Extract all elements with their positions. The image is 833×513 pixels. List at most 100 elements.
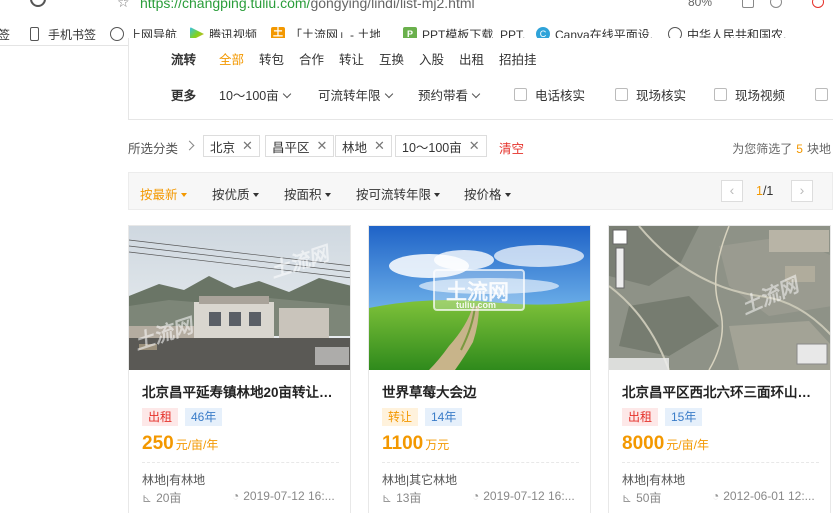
sort-label: 按面积 xyxy=(284,188,322,202)
clock-icon: ◔ xyxy=(712,489,720,503)
chevron-down-icon xyxy=(384,89,393,98)
filter-option-all[interactable]: 全部 xyxy=(219,49,244,68)
bookmark-label: 签 xyxy=(0,27,11,42)
listing-price: 250 元/亩/年 xyxy=(142,433,218,455)
price-unit: 元/亩/年 xyxy=(175,438,219,452)
price-unit: 元/亩/年 xyxy=(666,438,709,452)
transfer-type-badge: 转让 xyxy=(382,408,419,426)
listing-card[interactable]: 土流网 北京昌平区西北六环三面环山宝地 出租 15年 8000 元/亩/年 林地|… xyxy=(608,225,831,513)
result-count: 为您筛选了 5 块地 xyxy=(732,140,831,157)
listing-area: ⊾ 13亩 xyxy=(382,489,421,506)
selected-tag[interactable]: 林地 ✕ xyxy=(335,135,392,157)
zoom-level[interactable]: 80% xyxy=(688,0,712,9)
years-dropdown[interactable]: 可流转年限 xyxy=(318,85,393,104)
next-page-button[interactable]: › xyxy=(791,180,813,202)
result-prefix: 为您筛选了 xyxy=(732,142,793,156)
filter-option-cooperate[interactable]: 合作 xyxy=(299,49,324,68)
term-badge: 46年 xyxy=(185,408,223,426)
transfer-type-badge: 出租 xyxy=(622,408,659,426)
caret-down-icon xyxy=(252,193,259,197)
land-type: 林地|有林地 xyxy=(142,473,206,487)
filter-option-subcontract[interactable]: 转包 xyxy=(259,49,284,68)
chevron-down-icon xyxy=(471,89,481,98)
clear-filters-link[interactable]: 清空 xyxy=(499,138,524,157)
listing-title[interactable]: 世界草莓大会边 xyxy=(382,381,582,401)
url-host: https://changping.tuliu.com/ xyxy=(140,0,311,11)
filter-option-auction[interactable]: 招拍挂 xyxy=(499,49,537,68)
land-type: 林地|其它林地 xyxy=(382,473,458,487)
total-pages: /1 xyxy=(762,184,774,198)
phone-icon xyxy=(30,27,39,41)
area-value: 50亩 xyxy=(636,491,662,505)
listing-card[interactable]: 土流网 土流网 北京昌平延寿镇林地20亩转让或出租 出租 46年 250 元/亩/… xyxy=(128,225,351,513)
selected-filters-row: 所选分类 北京 ✕ 昌平区 ✕ 林地 ✕ 10～100亩 ✕ 清空 为您筛选了 5 块地 xyxy=(128,134,833,160)
browser-address-bar: ☆ https://changping.tuliu.com/gongying/l… xyxy=(0,0,833,13)
card-divider xyxy=(142,462,339,463)
close-icon[interactable]: ✕ xyxy=(374,138,385,154)
sort-label: 按最新 xyxy=(140,188,178,202)
listing-photo[interactable]: 土流网 xyxy=(609,226,830,370)
page-indicator: 1/1 xyxy=(756,184,773,198)
filter-option-transfer[interactable]: 转让 xyxy=(339,49,364,68)
listing-date: ◔ 2019-07-12 16:... xyxy=(472,489,575,503)
caret-down-icon xyxy=(504,193,511,197)
clock-icon: ◔ xyxy=(472,489,480,503)
bookmark-item[interactable]: 手机书签 xyxy=(30,26,96,42)
checkbox-box xyxy=(615,87,628,101)
close-icon[interactable]: ✕ xyxy=(242,138,253,154)
tag-label: 北京 xyxy=(210,140,236,155)
extension-icon[interactable] xyxy=(812,0,824,8)
sort-quality[interactable]: 按优质 xyxy=(212,184,259,203)
chevron-down-icon xyxy=(282,89,292,98)
selected-tag[interactable]: 10～100亩 ✕ xyxy=(395,135,487,157)
chevron-right-icon xyxy=(184,140,195,151)
tag-label: 林地 xyxy=(342,140,368,155)
checkbox-box xyxy=(714,87,727,101)
area-icon: ⊾ xyxy=(382,491,393,505)
extension-icon[interactable] xyxy=(742,0,754,8)
filter-option-exchange[interactable]: 互换 xyxy=(379,49,404,68)
filter-option-lease[interactable]: 出租 xyxy=(459,49,484,68)
checkbox-label: 电话核实 xyxy=(535,88,586,103)
reload-icon[interactable] xyxy=(30,0,46,7)
area-icon: ⊾ xyxy=(622,491,633,505)
site-video-checkbox[interactable]: 现场视频 xyxy=(714,85,785,104)
listing-card[interactable]: 土流网 tuliu.com 世界草莓大会边 转让 14年 1100 万元 林地|其… xyxy=(368,225,591,513)
watermark-domain: tuliu.com xyxy=(456,300,496,310)
sort-bar: 按最新 按优质 按面积 按可流转年限 按价格 ‹ 1/1 › xyxy=(128,172,833,210)
extra-checkbox[interactable] xyxy=(815,87,833,101)
listing-title[interactable]: 北京昌平延寿镇林地20亩转让或出租 xyxy=(142,381,342,401)
current-page: 1 xyxy=(756,184,763,198)
bookmark-star-icon[interactable]: ☆ xyxy=(117,0,130,11)
filter-option-shares[interactable]: 入股 xyxy=(419,49,444,68)
close-icon[interactable]: ✕ xyxy=(317,138,328,154)
close-icon[interactable]: ✕ xyxy=(469,138,480,154)
bookmark-item[interactable]: 签 xyxy=(0,26,10,42)
bookmark-label: 手机书签 xyxy=(48,27,97,42)
area-dropdown[interactable]: 10～100亩 xyxy=(219,85,292,104)
site-verified-checkbox[interactable]: 现场核实 xyxy=(615,85,686,104)
extension-icon[interactable] xyxy=(770,0,782,8)
selected-label: 所选分类 xyxy=(128,142,179,156)
listing-area: ⊾ 20亩 xyxy=(142,489,181,506)
sort-newest[interactable]: 按最新 xyxy=(140,184,187,203)
appointment-dropdown[interactable]: 预约带看 xyxy=(418,85,481,104)
sort-area[interactable]: 按面积 xyxy=(284,184,331,203)
listing-photo[interactable]: 土流网 土流网 xyxy=(129,226,350,370)
filter-label: 流转 xyxy=(171,52,197,67)
filter-label: 更多 xyxy=(171,88,197,103)
listing-title[interactable]: 北京昌平区西北六环三面环山宝地 xyxy=(622,381,822,401)
tag-label: 昌平区 xyxy=(272,140,310,155)
listing-photo[interactable]: 土流网 tuliu.com xyxy=(369,226,590,370)
checkbox-box xyxy=(514,87,527,101)
url-field[interactable]: https://changping.tuliu.com/gongying/lin… xyxy=(140,0,475,11)
prev-page-button[interactable]: ‹ xyxy=(721,180,743,202)
term-badge: 14年 xyxy=(425,408,463,426)
sort-price[interactable]: 按价格 xyxy=(464,184,511,203)
selected-tag[interactable]: 昌平区 ✕ xyxy=(265,135,335,157)
sort-years[interactable]: 按可流转年限 xyxy=(356,184,441,203)
result-number: 5 xyxy=(796,142,803,156)
selected-tag[interactable]: 北京 ✕ xyxy=(203,135,260,157)
area-value: 13亩 xyxy=(396,491,422,505)
phone-verified-checkbox[interactable]: 电话核实 xyxy=(514,85,585,104)
